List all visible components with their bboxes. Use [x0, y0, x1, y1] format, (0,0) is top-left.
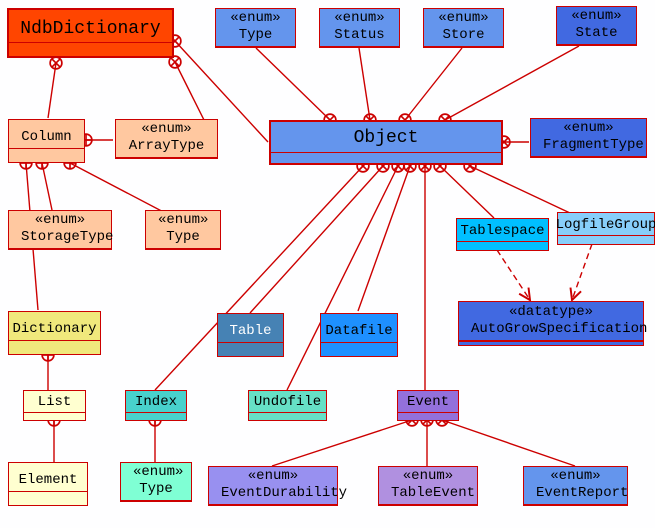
class-dictionary: Dictionary: [8, 311, 101, 355]
class-datafile: Datafile: [320, 313, 398, 357]
enum-type-top: «enum»Type: [215, 8, 296, 48]
class-list: List: [23, 390, 86, 421]
class-element: Element: [8, 462, 88, 506]
enum-type-column: «enum»Type: [145, 210, 221, 250]
enum-store: «enum»Store: [423, 8, 504, 48]
enum-state: «enum»State: [556, 6, 637, 46]
enum-eventdurability: «enum»EventDurability: [208, 466, 338, 506]
class-tablespace: Tablespace: [456, 218, 549, 251]
datatype-autogrow: «datatype»AutoGrowSpecification: [458, 301, 644, 346]
enum-eventreport: «enum»EventReport: [523, 466, 628, 506]
enum-status: «enum»Status: [319, 8, 400, 48]
enum-fragmenttype: «enum»FragmentType: [530, 118, 647, 158]
class-event: Event: [397, 390, 459, 421]
class-object: Object: [269, 120, 503, 165]
class-column: Column: [8, 119, 85, 163]
class-table: Table: [217, 313, 284, 357]
diagram-connectors: [0, 0, 655, 528]
class-index: Index: [125, 390, 187, 421]
enum-tableevent: «enum»TableEvent: [378, 466, 478, 506]
class-logfilegroup: LogfileGroup: [557, 212, 655, 245]
class-ndbdictionary: NdbDictionary: [7, 8, 174, 58]
enum-type-index: «enum»Type: [120, 462, 192, 502]
class-label: NdbDictionary: [14, 17, 166, 43]
enum-storagetype: «enum»StorageType: [8, 210, 112, 250]
enum-arraytype: «enum»ArrayType: [115, 119, 218, 159]
class-undofile: Undofile: [248, 390, 327, 421]
